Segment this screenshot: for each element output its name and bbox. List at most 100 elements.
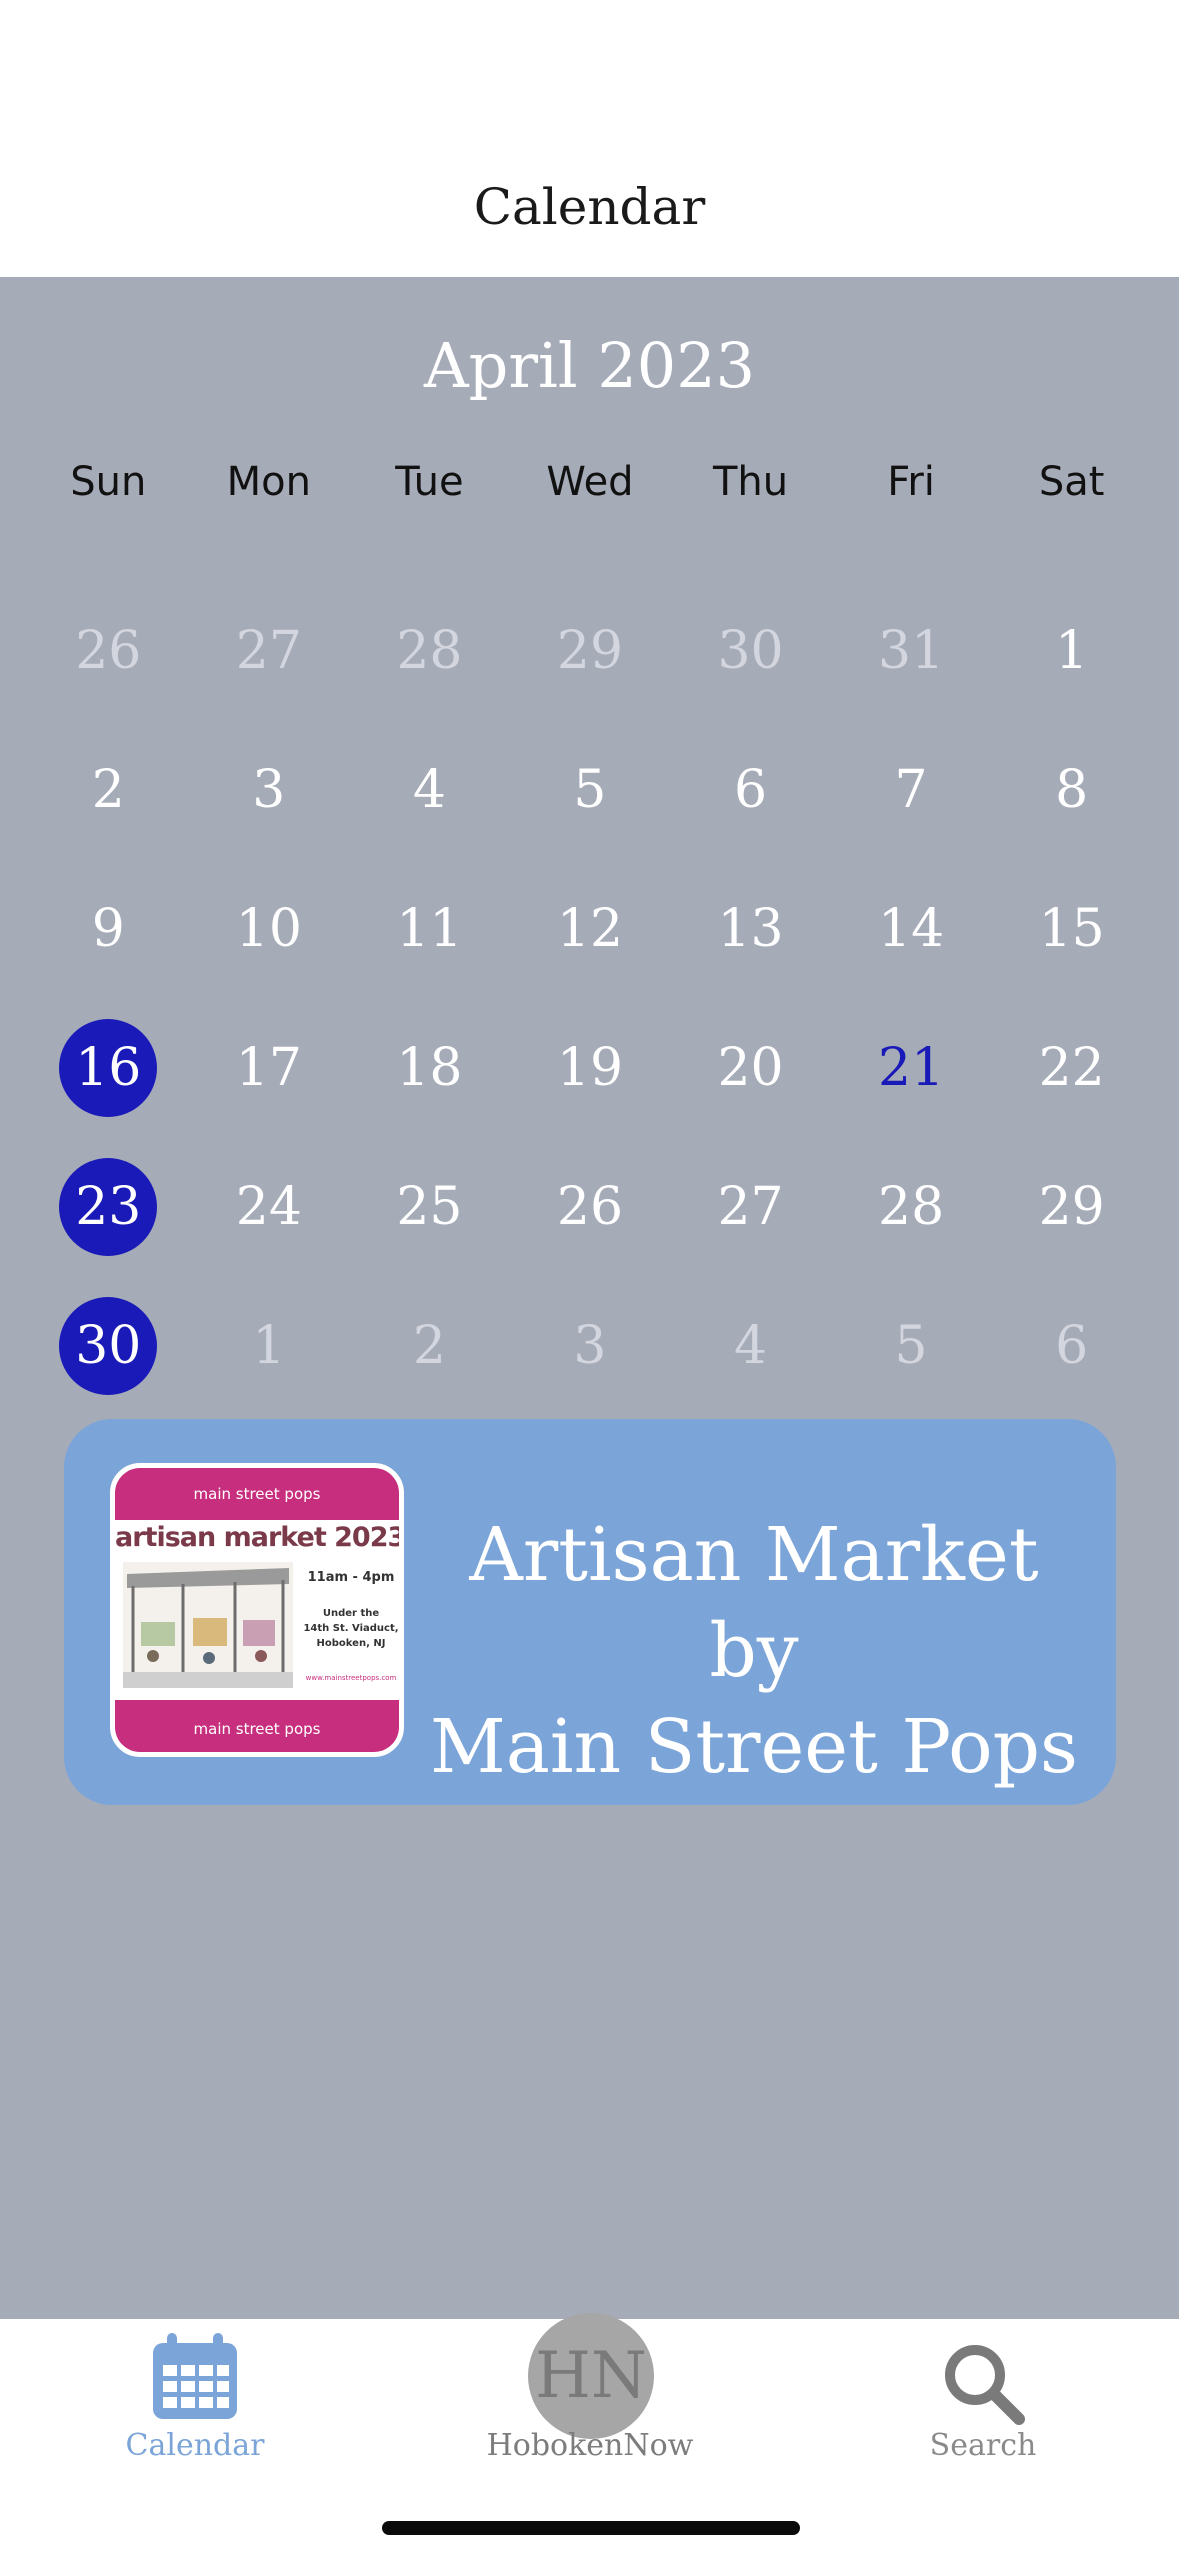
day-number: 30 bbox=[75, 1315, 142, 1376]
day-cell[interactable]: 4 bbox=[349, 720, 510, 859]
day-cell[interactable]: 30 bbox=[670, 581, 831, 720]
day-cell[interactable]: 28 bbox=[831, 1137, 992, 1276]
weekday-sun: Sun bbox=[70, 459, 147, 505]
tab-calendar-label: Calendar bbox=[125, 2428, 265, 2463]
day-cell[interactable]: 5 bbox=[831, 1276, 992, 1415]
day-number: 26 bbox=[75, 620, 142, 681]
tab-calendar[interactable]: Calendar bbox=[65, 2319, 325, 2499]
page-title: Calendar bbox=[473, 178, 706, 236]
thumbnail-brand-top: main street pops bbox=[115, 1468, 399, 1520]
day-number: 2 bbox=[91, 759, 125, 820]
day-cell[interactable]: 10 bbox=[189, 859, 350, 998]
day-number: 3 bbox=[573, 1315, 607, 1376]
day-cell[interactable]: 27 bbox=[189, 581, 350, 720]
day-number: 5 bbox=[894, 1315, 928, 1376]
day-cell[interactable]: 4 bbox=[670, 1276, 831, 1415]
thumbnail-headline: artisan market 2023 bbox=[115, 1522, 404, 1553]
day-cell[interactable]: 29 bbox=[510, 581, 671, 720]
day-cell[interactable]: 26 bbox=[28, 581, 189, 720]
tab-hobokennow[interactable]: HN HobokenNow bbox=[460, 2313, 720, 2499]
day-number: 16 bbox=[75, 1037, 142, 1098]
day-cell[interactable]: 3 bbox=[189, 720, 350, 859]
day-cell[interactable]: 17 bbox=[189, 998, 350, 1137]
header-bar: Calendar bbox=[0, 0, 1179, 277]
day-cell[interactable]: 6 bbox=[991, 1276, 1152, 1415]
day-cell[interactable]: 19 bbox=[510, 998, 671, 1137]
day-cell[interactable]: 15 bbox=[991, 859, 1152, 998]
day-cell[interactable]: 18 bbox=[349, 998, 510, 1137]
tab-hobokennow-label: HobokenNow bbox=[486, 2428, 694, 2463]
day-cell-with-event[interactable]: 23 bbox=[28, 1137, 189, 1276]
day-number: 1 bbox=[1055, 620, 1089, 681]
day-number: 17 bbox=[235, 1037, 302, 1098]
day-number: 30 bbox=[717, 620, 784, 681]
day-cell[interactable]: 29 bbox=[991, 1137, 1152, 1276]
event-thumbnail: main street pops artisan market 2023 11a… bbox=[110, 1463, 404, 1757]
thumbnail-time: 11am - 4pm bbox=[307, 1570, 395, 1585]
day-number: 19 bbox=[556, 1037, 624, 1098]
day-cell[interactable]: 1 bbox=[189, 1276, 350, 1415]
day-cell[interactable]: 26 bbox=[510, 1137, 671, 1276]
day-number: 26 bbox=[556, 1176, 624, 1237]
hobokennow-logo: HN bbox=[528, 2313, 654, 2439]
day-cell[interactable]: 5 bbox=[510, 720, 671, 859]
day-number: 12 bbox=[556, 898, 624, 959]
calendar-icon bbox=[153, 2333, 237, 2419]
thumbnail-location: Under the 14th St. Viaduct, Hoboken, NJ bbox=[301, 1606, 399, 1651]
day-cell[interactable]: 6 bbox=[670, 720, 831, 859]
day-number: 9 bbox=[91, 898, 125, 959]
day-number: 11 bbox=[396, 898, 463, 959]
day-cell[interactable]: 1 bbox=[991, 581, 1152, 720]
day-number: 28 bbox=[396, 620, 463, 681]
day-cell[interactable]: 2 bbox=[28, 720, 189, 859]
day-number: 25 bbox=[396, 1176, 463, 1237]
day-cell-with-event[interactable]: 16 bbox=[28, 998, 189, 1137]
day-cell[interactable]: 7 bbox=[831, 720, 992, 859]
thumbnail-url: www.mainstreetpops.com bbox=[305, 1674, 397, 1682]
day-number: 21 bbox=[878, 1037, 945, 1098]
day-cell-with-event[interactable]: 30 bbox=[28, 1276, 189, 1415]
day-cell[interactable]: 20 bbox=[670, 998, 831, 1137]
day-number: 29 bbox=[556, 620, 624, 681]
day-number: 27 bbox=[717, 1176, 784, 1237]
day-cell[interactable]: 3 bbox=[510, 1276, 671, 1415]
day-number: 2 bbox=[412, 1315, 446, 1376]
calendar-screen: April 2023 Sun Mon Tue Wed Thu Fri Sat 2… bbox=[0, 277, 1179, 2319]
home-indicator bbox=[382, 2521, 800, 2535]
day-number: 5 bbox=[573, 759, 607, 820]
month-title: April 2023 bbox=[423, 329, 756, 402]
thumbnail-location-line1: Under the bbox=[322, 1608, 380, 1619]
day-cell[interactable]: 28 bbox=[349, 581, 510, 720]
day-number: 13 bbox=[717, 898, 784, 959]
day-cell[interactable]: 25 bbox=[349, 1137, 510, 1276]
day-cell[interactable]: 21 bbox=[831, 998, 992, 1137]
search-icon bbox=[945, 2345, 1025, 2425]
weekday-wed: Wed bbox=[546, 459, 634, 505]
day-number: 18 bbox=[396, 1037, 463, 1098]
weekday-header: Sun Mon Tue Wed Thu Fri Sat bbox=[28, 459, 1152, 519]
day-cell[interactable]: 9 bbox=[28, 859, 189, 998]
day-cell[interactable]: 12 bbox=[510, 859, 671, 998]
day-cell[interactable]: 13 bbox=[670, 859, 831, 998]
day-grid: 26 27 28 29 30 31 1 2 3 4 5 6 7 8 9 10 11 12 13 14 15 16 17 18 1… bbox=[28, 581, 1152, 1415]
day-cell[interactable]: 27 bbox=[670, 1137, 831, 1276]
day-number: 3 bbox=[252, 759, 286, 820]
day-number: 7 bbox=[894, 759, 928, 820]
day-cell[interactable]: 22 bbox=[991, 998, 1152, 1137]
day-cell[interactable]: 31 bbox=[831, 581, 992, 720]
day-cell[interactable]: 8 bbox=[991, 720, 1152, 859]
tab-search[interactable]: Search bbox=[853, 2319, 1113, 2499]
thumbnail-location-line3: Hoboken, NJ bbox=[316, 1638, 386, 1649]
day-cell[interactable]: 14 bbox=[831, 859, 992, 998]
event-title-line2: Main Street Pops bbox=[429, 1704, 1079, 1790]
event-card[interactable]: main street pops artisan market 2023 11a… bbox=[64, 1419, 1116, 1805]
day-cell[interactable]: 2 bbox=[349, 1276, 510, 1415]
weekday-tue: Tue bbox=[395, 459, 464, 505]
weekday-mon: Mon bbox=[226, 459, 312, 505]
market-illustration bbox=[123, 1562, 293, 1688]
day-cell[interactable]: 11 bbox=[349, 859, 510, 998]
day-cell[interactable]: 24 bbox=[189, 1137, 350, 1276]
day-number: 23 bbox=[75, 1176, 142, 1237]
day-number: 22 bbox=[1038, 1037, 1105, 1098]
day-number: 20 bbox=[717, 1037, 784, 1098]
